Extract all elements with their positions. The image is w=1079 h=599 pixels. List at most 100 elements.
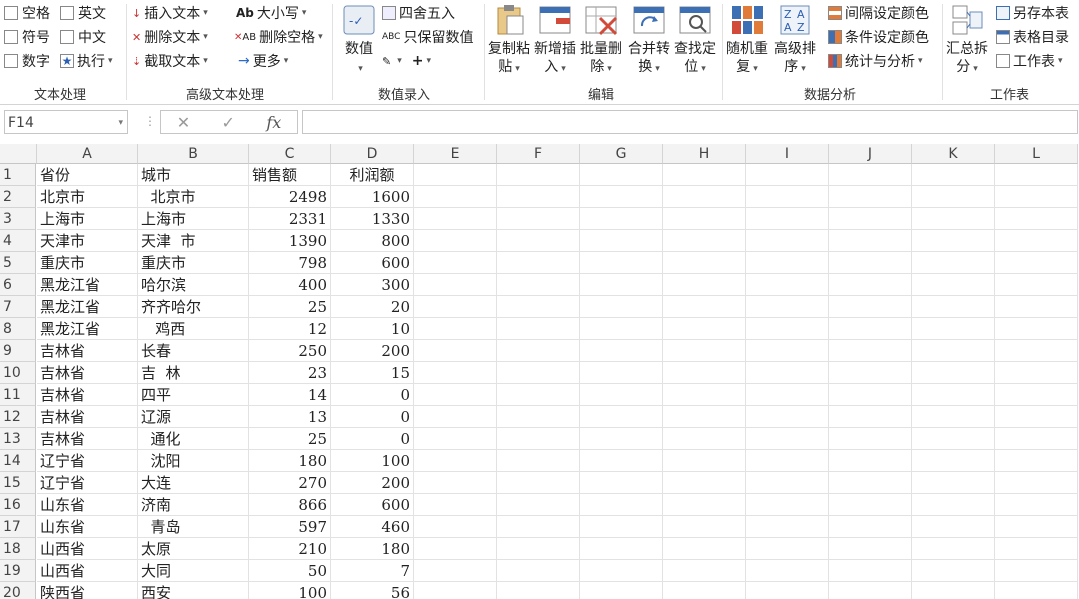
table-cell[interactable] <box>497 472 580 494</box>
table-cell[interactable] <box>414 208 497 230</box>
table-cell[interactable] <box>497 296 580 318</box>
extract-text-button[interactable]: ⇣ 截取文本 ▾ <box>132 50 208 72</box>
table-cell[interactable] <box>414 318 497 340</box>
cancel-icon[interactable]: ✕ <box>177 113 190 132</box>
table-cell[interactable] <box>829 252 912 274</box>
table-cell[interactable]: 四平 <box>138 384 249 406</box>
table-cell[interactable] <box>746 538 829 560</box>
table-cell[interactable] <box>580 230 663 252</box>
table-cell[interactable] <box>912 582 995 599</box>
table-cell[interactable] <box>414 274 497 296</box>
column-header[interactable]: D <box>331 144 414 164</box>
table-cell[interactable]: 23 <box>249 362 331 384</box>
table-cell[interactable] <box>497 164 580 186</box>
column-header[interactable]: E <box>414 144 497 164</box>
table-cell[interactable]: 北京市 <box>37 186 138 208</box>
table-cell[interactable]: 山西省 <box>37 538 138 560</box>
table-cell[interactable]: 50 <box>249 560 331 582</box>
table-cell[interactable] <box>995 538 1078 560</box>
table-cell[interactable]: 12 <box>249 318 331 340</box>
row-header[interactable]: 11 <box>0 384 36 406</box>
table-cell[interactable]: 吉林省 <box>37 428 138 450</box>
table-cell[interactable]: 省份 <box>37 164 138 186</box>
summary-split-button[interactable]: 汇总拆分 ▾ <box>944 4 990 78</box>
table-cell[interactable] <box>497 406 580 428</box>
name-box[interactable]: F14 ▾ <box>4 110 128 134</box>
table-cell[interactable]: 哈尔滨 <box>138 274 249 296</box>
case-button[interactable]: Ab 大小写 ▾ <box>236 2 306 24</box>
table-cell[interactable]: 800 <box>331 230 414 252</box>
table-cell[interactable] <box>829 362 912 384</box>
table-cell[interactable] <box>829 186 912 208</box>
table-cell[interactable]: 0 <box>331 406 414 428</box>
table-cell[interactable] <box>497 450 580 472</box>
table-cell[interactable]: 200 <box>331 472 414 494</box>
table-cell[interactable] <box>663 516 746 538</box>
row-header[interactable]: 2 <box>0 186 36 208</box>
table-cell[interactable] <box>580 582 663 599</box>
table-cell[interactable] <box>414 252 497 274</box>
table-cell[interactable]: 798 <box>249 252 331 274</box>
select-all-corner[interactable] <box>0 144 37 164</box>
column-header[interactable]: A <box>37 144 138 164</box>
table-cell[interactable] <box>829 340 912 362</box>
table-cell[interactable]: 通化 <box>138 428 249 450</box>
table-cell[interactable] <box>663 208 746 230</box>
table-cell[interactable]: 180 <box>249 450 331 472</box>
table-cell[interactable]: 0 <box>331 384 414 406</box>
table-cell[interactable] <box>746 296 829 318</box>
table-cell[interactable]: 太原 <box>138 538 249 560</box>
checkbox-symbol[interactable]: 符号 <box>4 26 50 48</box>
table-cell[interactable] <box>912 472 995 494</box>
table-cell[interactable] <box>663 450 746 472</box>
table-cell[interactable] <box>912 274 995 296</box>
row-header[interactable]: 20 <box>0 582 36 599</box>
table-cell[interactable] <box>829 296 912 318</box>
row-header[interactable]: 17 <box>0 516 36 538</box>
table-cell[interactable] <box>414 230 497 252</box>
table-cell[interactable] <box>580 494 663 516</box>
checkbox-space[interactable]: 空格 <box>4 2 50 24</box>
more-options-icon[interactable]: ⋮ <box>144 114 156 128</box>
batch-delete-button[interactable]: 批量删除 ▾ <box>578 4 624 78</box>
table-cell[interactable] <box>414 582 497 599</box>
find-locate-button[interactable]: 查找定位 ▾ <box>672 4 718 78</box>
table-cell[interactable] <box>829 274 912 296</box>
table-cell[interactable]: 辽宁省 <box>37 472 138 494</box>
column-header[interactable]: H <box>663 144 746 164</box>
table-cell[interactable]: 600 <box>331 252 414 274</box>
column-header[interactable]: C <box>249 144 331 164</box>
keep-value-button[interactable]: ABC 只保留数值 <box>382 26 473 48</box>
insert-new-button[interactable]: 新增插入 ▾ <box>532 4 578 78</box>
table-cell[interactable] <box>995 296 1078 318</box>
table-cell[interactable]: 200 <box>331 340 414 362</box>
table-cell[interactable] <box>414 516 497 538</box>
table-cell[interactable] <box>497 560 580 582</box>
table-cell[interactable] <box>746 362 829 384</box>
save-as-sheet-button[interactable]: 另存本表 <box>996 2 1069 24</box>
table-cell[interactable] <box>746 494 829 516</box>
table-cell[interactable]: 青岛 <box>138 516 249 538</box>
table-cell[interactable]: 北京市 <box>138 186 249 208</box>
table-cell[interactable] <box>829 208 912 230</box>
table-cell[interactable]: 吉林省 <box>37 340 138 362</box>
table-cell[interactable] <box>580 406 663 428</box>
table-cell[interactable]: 陕西省 <box>37 582 138 599</box>
round-button[interactable]: 四舍五入 <box>382 2 455 24</box>
row-header[interactable]: 12 <box>0 406 36 428</box>
table-cell[interactable] <box>580 560 663 582</box>
table-cell[interactable] <box>912 208 995 230</box>
table-cell[interactable] <box>580 384 663 406</box>
table-cell[interactable] <box>414 296 497 318</box>
row-header[interactable]: 10 <box>0 362 36 384</box>
table-cell[interactable]: 25 <box>249 296 331 318</box>
table-cell[interactable] <box>414 494 497 516</box>
table-cell[interactable] <box>497 340 580 362</box>
table-cell[interactable]: 597 <box>249 516 331 538</box>
table-cell[interactable] <box>995 472 1078 494</box>
table-cell[interactable] <box>746 516 829 538</box>
table-cell[interactable] <box>995 362 1078 384</box>
table-cell[interactable] <box>829 318 912 340</box>
table-cell[interactable]: 济南 <box>138 494 249 516</box>
table-cell[interactable] <box>497 516 580 538</box>
